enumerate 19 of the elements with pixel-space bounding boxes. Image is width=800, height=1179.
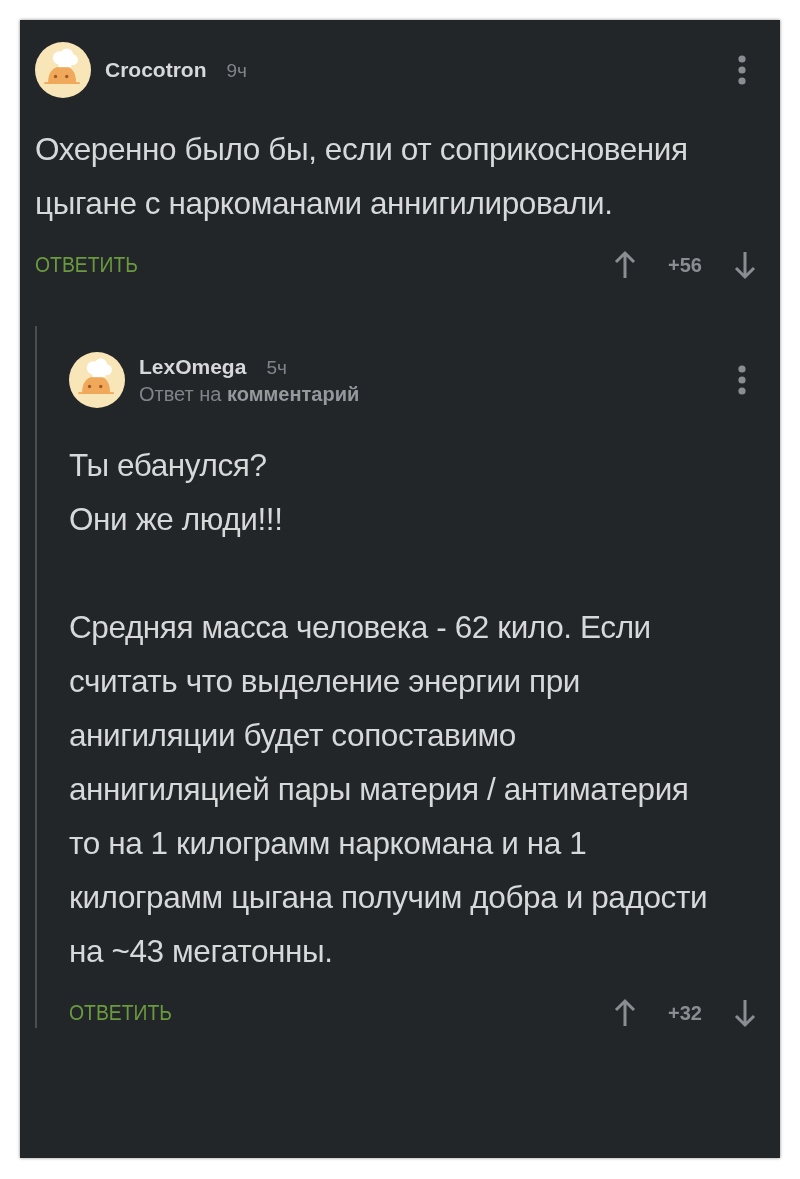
more-icon[interactable] xyxy=(738,55,746,85)
vote-score: +56 xyxy=(668,253,702,277)
more-icon[interactable] xyxy=(738,365,746,395)
downvote-icon[interactable] xyxy=(734,998,756,1028)
upvote-icon[interactable] xyxy=(614,998,637,1028)
avatar-icon xyxy=(69,352,125,408)
reply-to-link[interactable]: Ответ на комментарий xyxy=(139,382,738,406)
author-name[interactable]: LexOmega xyxy=(139,354,247,379)
upvote-icon[interactable] xyxy=(614,250,637,280)
author-name[interactable]: Crocotron xyxy=(105,58,207,82)
timestamp: 5ч xyxy=(266,356,287,379)
vote-score: +32 xyxy=(668,1001,702,1025)
reply-button[interactable]: ОТВЕТИТЬ xyxy=(35,252,138,278)
reply-button[interactable]: ОТВЕТИТЬ xyxy=(69,1000,172,1026)
comment-text: Ты ебанулся? Они же люди!!! Средняя масса человека - 62 кило. Если считать что выделение энергии при анигиляции будет сопоставимо аннигиляцией пары материя / антиматерия то на 1 килограмм наркомана и на 1 килограмм цыгана получим добра и радости на ~43 мегатонны. xyxy=(69,446,709,971)
timestamp: 9ч xyxy=(226,60,247,82)
avatar-icon xyxy=(35,42,91,98)
comment-text: Охеренно было бы, если от соприкосновения цыгане с наркоманами аннигилировали. xyxy=(35,130,689,223)
downvote-icon[interactable] xyxy=(734,250,756,280)
